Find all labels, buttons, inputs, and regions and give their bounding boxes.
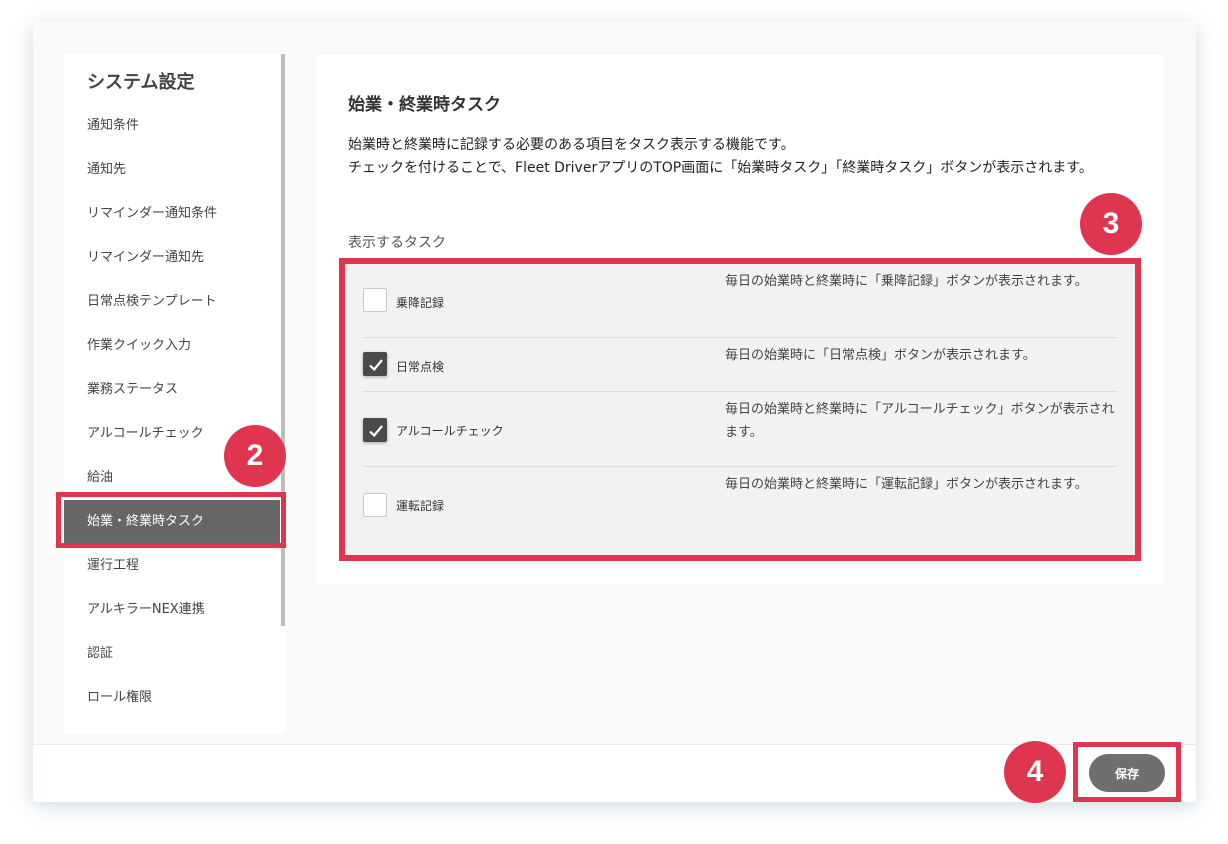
sidebar-list: 通知条件 通知先 リマインダー通知条件 リマインダー通知先 日常点検テンプレート…	[64, 104, 280, 720]
sidebar-item-alkiller-nex[interactable]: アルキラーNEX連携	[64, 588, 280, 632]
annotation-badge-3: 3	[1080, 193, 1142, 255]
task-checkbox-driving-record[interactable]	[363, 493, 387, 517]
task-row: 運転記録 毎日の始業時と終業時に「運転記録」ボタンが表示されます。	[363, 467, 1117, 552]
task-checkbox-boarding[interactable]	[363, 288, 387, 312]
description-line-2: チェックを付けることで、Fleet DriverアプリのTOP画面に「始業時タス…	[348, 160, 1093, 176]
sidebar-item-work-status[interactable]: 業務ステータス	[64, 368, 280, 412]
task-description: 毎日の始業時と終業時に「アルコールチェック」ボタンが表示されます。	[725, 402, 1115, 440]
highlight-sidebar-active	[56, 492, 286, 548]
page-title: 始業・終業時タスク	[348, 95, 501, 115]
sidebar-item-notification-destinations[interactable]: 通知先	[64, 148, 280, 192]
sidebar-item-daily-inspection-template[interactable]: 日常点検テンプレート	[64, 280, 280, 324]
sidebar: システム設定 通知条件 通知先 リマインダー通知条件 リマインダー通知先 日常点…	[64, 54, 285, 734]
task-description: 毎日の始業時と終業時に「乗降記録」ボタンが表示されます。	[725, 274, 1088, 289]
sidebar-item-operation-process[interactable]: 運行工程	[64, 544, 280, 588]
checkmark-icon	[369, 359, 383, 372]
checkmark-icon	[369, 425, 383, 438]
task-list: 乗降記録 毎日の始業時と終業時に「乗降記録」ボタンが表示されます。 日常点検 毎…	[339, 258, 1141, 561]
task-name: 日常点検	[396, 360, 445, 374]
sidebar-item-authentication[interactable]: 認証	[64, 632, 280, 676]
section-label: 表示するタスク	[348, 235, 446, 251]
task-row: 日常点検 毎日の始業時に「日常点検」ボタンが表示されます。	[363, 338, 1117, 392]
sidebar-item-reminder-destinations[interactable]: リマインダー通知先	[64, 236, 280, 280]
sidebar-title: システム設定	[87, 72, 195, 93]
save-button[interactable]: 保存	[1089, 754, 1165, 792]
sidebar-item-reminder-conditions[interactable]: リマインダー通知条件	[64, 192, 280, 236]
main-panel: 始業・終業時タスク 始業時と終業時に記録する必要のある項目をタスク表示する機能で…	[315, 54, 1165, 584]
task-description: 毎日の始業時に「日常点検」ボタンが表示されます。	[725, 348, 1036, 363]
task-description: 毎日の始業時と終業時に「運転記録」ボタンが表示されます。	[725, 477, 1088, 492]
sidebar-item-notification-conditions[interactable]: 通知条件	[64, 104, 280, 148]
task-name: アルコールチェック	[396, 424, 504, 438]
settings-window: システム設定 通知条件 通知先 リマインダー通知条件 リマインダー通知先 日常点…	[33, 22, 1196, 802]
sidebar-item-work-quick-input[interactable]: 作業クイック入力	[64, 324, 280, 368]
sidebar-item-role-permissions[interactable]: ロール権限	[64, 676, 280, 720]
annotation-badge-2: 2	[224, 425, 286, 487]
task-checkbox-daily-inspection[interactable]	[363, 352, 387, 376]
task-checkbox-alcohol-check[interactable]	[363, 418, 387, 442]
description-line-1: 始業時と終業時に記録する必要のある項目をタスク表示する機能です。	[348, 137, 795, 153]
task-row: 乗降記録 毎日の始業時と終業時に「乗降記録」ボタンが表示されます。	[363, 264, 1117, 338]
task-name: 運転記録	[396, 499, 445, 513]
task-name: 乗降記録	[396, 296, 445, 310]
page-description: 始業時と終業時に記録する必要のある項目をタスク表示する機能です。 チェックを付け…	[348, 134, 1148, 180]
task-row: アルコールチェック 毎日の始業時と終業時に「アルコールチェック」ボタンが表示され…	[363, 392, 1117, 467]
annotation-badge-4: 4	[1004, 741, 1066, 803]
